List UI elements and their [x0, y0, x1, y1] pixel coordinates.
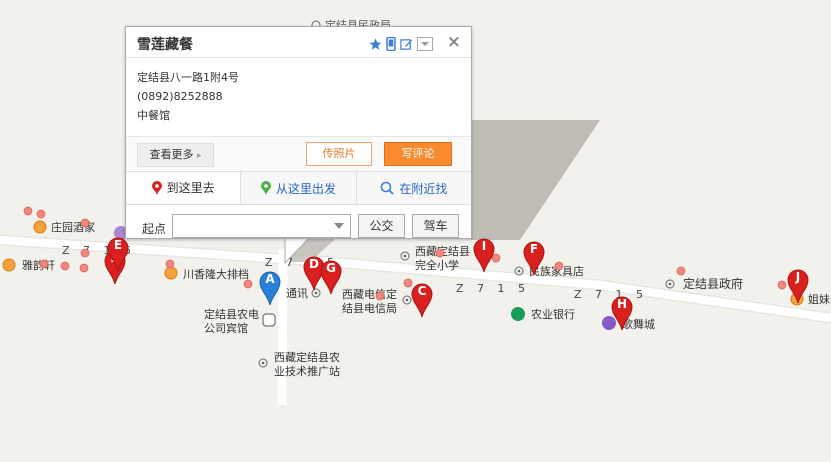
tab-go-here[interactable]: 到这里去	[126, 172, 242, 204]
tab-start-here[interactable]: 从这里出发	[241, 172, 357, 204]
tab-search-nearby[interactable]: 在附近找	[357, 172, 471, 204]
info-window-header: 雪莲藏餐 ×	[126, 27, 471, 58]
action-bar: 查看更多 ▸ 传照片 写评论	[126, 136, 471, 171]
drive-button[interactable]: 驾车	[412, 214, 459, 238]
place-phone: (0892)8252888	[137, 90, 223, 103]
place-label-nongye[interactable]: 农业银行	[531, 308, 575, 321]
write-review-button[interactable]: 写评论	[384, 142, 452, 166]
route-tabs: 到这里去 从这里出发 在附近找	[126, 171, 471, 205]
marker-h[interactable]: H	[610, 295, 634, 331]
dropdown-arrow-icon[interactable]	[334, 223, 344, 229]
view-more-label: 查看更多	[149, 148, 194, 161]
marker-i[interactable]: I	[472, 237, 496, 273]
route-form: 起点 公交 驾车	[126, 205, 471, 249]
marker-f[interactable]: F	[522, 240, 546, 276]
red-pin-icon	[151, 180, 162, 195]
header-actions	[369, 36, 433, 55]
place-label-nongdian[interactable]: 定结县农电 公司宾馆	[204, 308, 259, 336]
search-icon	[381, 181, 394, 195]
place-details: 定结县八一路1附4号 (0892)8252888 中餐馆	[126, 58, 471, 136]
place-label-dianxin[interactable]: 西藏电信定 结县电信局	[342, 288, 397, 316]
place-category: 中餐馆	[137, 109, 170, 122]
place-address: 定结县八一路1附4号	[137, 71, 239, 84]
marker-j[interactable]: J	[786, 268, 810, 304]
place-label-zhengfu[interactable]: 定结县政府	[683, 278, 743, 291]
place-label-chuanxiang[interactable]: 川香隆大排档	[183, 268, 249, 281]
marker-g[interactable]: G	[319, 259, 343, 295]
start-input[interactable]	[172, 214, 351, 238]
close-icon[interactable]: ×	[447, 32, 461, 52]
road-label-z715: Z 7 1 5	[456, 282, 531, 295]
info-window: 雪莲藏餐 × 定结县八一路1附4号 (0892)8252888 中餐馆 查看更多…	[125, 26, 472, 239]
edit-pencil-icon[interactable]	[400, 36, 413, 55]
popup-shadow	[470, 120, 600, 240]
marker-c[interactable]: C	[410, 282, 434, 318]
green-pin-icon	[260, 181, 271, 195]
send-to-phone-icon[interactable]	[386, 36, 396, 55]
bus-button[interactable]: 公交	[358, 214, 405, 238]
place-title: 雪莲藏餐	[137, 37, 193, 53]
upload-photo-button[interactable]: 传照片	[306, 142, 372, 166]
favorite-star-icon[interactable]	[369, 36, 382, 55]
place-label-yayun[interactable]: 雅韵轩	[22, 259, 55, 272]
tab-start-here-label: 从这里出发	[275, 181, 336, 196]
view-more-button[interactable]: 查看更多 ▸	[137, 143, 214, 167]
tab-search-nearby-label: 在附近找	[399, 181, 448, 196]
start-label: 起点	[142, 222, 167, 236]
place-label-zhuangyuan[interactable]: 庄园酒家	[51, 221, 95, 234]
place-label-nongji[interactable]: 西藏定结县农 业技术推广站	[274, 351, 340, 379]
marker-a[interactable]: A	[258, 270, 282, 306]
place-label-jiemei[interactable]: 姐妹	[808, 293, 830, 306]
dropdown-chevron-icon[interactable]	[417, 36, 433, 55]
place-label-xiaoxue[interactable]: 西藏定结县 完全小学	[415, 245, 470, 273]
chevron-right-icon: ▸	[196, 151, 202, 161]
tab-go-here-label: 到这里去	[166, 181, 215, 195]
